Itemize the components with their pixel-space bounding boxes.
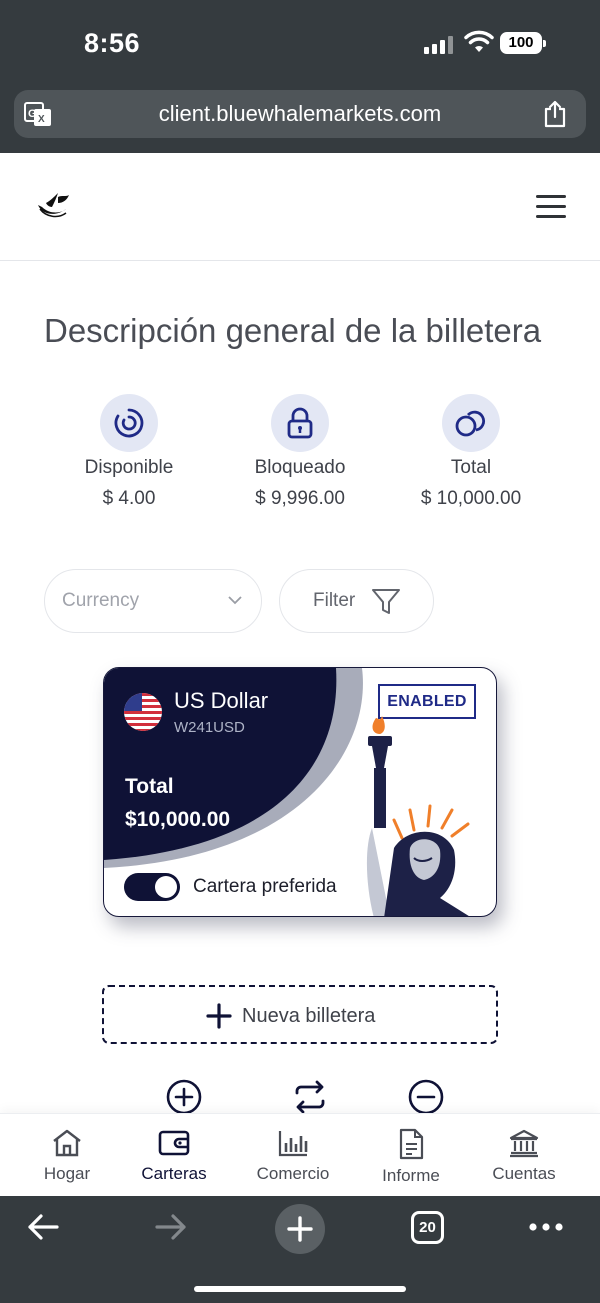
forward-arrow-icon[interactable]	[154, 1212, 188, 1242]
stat-value: $ 4.00	[102, 488, 156, 509]
nav-label: Comercio	[256, 1164, 330, 1183]
card-currency-name: US Dollar	[174, 688, 269, 713]
preferred-toggle[interactable]	[124, 873, 180, 901]
back-arrow-icon[interactable]	[26, 1212, 60, 1242]
home-indicator	[194, 1286, 406, 1292]
card-wallet-code: W241USD	[174, 719, 245, 736]
new-tab-button[interactable]	[275, 1204, 325, 1254]
stat-label: Total	[450, 457, 492, 478]
new-wallet-label: Nueva billetera	[242, 1005, 376, 1027]
currency-placeholder: Currency	[62, 590, 140, 611]
whale-logo-icon[interactable]	[36, 191, 72, 221]
nav-item-wallets[interactable]: Carteras	[136, 1128, 212, 1184]
withdraw-minus-circle-icon[interactable]	[408, 1079, 444, 1115]
filter-button[interactable]: Filter	[279, 569, 434, 633]
toggle-knob	[155, 876, 177, 898]
card-total-label: Total	[125, 775, 174, 798]
site-header	[0, 153, 600, 261]
nav-label: Cuentas	[492, 1164, 556, 1183]
share-icon[interactable]	[542, 100, 568, 128]
wifi-icon	[464, 30, 494, 52]
address-bar[interactable]: G X client.bluewhalemarkets.com	[14, 90, 586, 138]
balance-available: Disponible $ 4.00	[49, 394, 209, 510]
plus-icon	[287, 1216, 313, 1242]
stat-value: $ 10,000.00	[420, 488, 522, 509]
nav-item-report[interactable]: Informe	[377, 1128, 445, 1186]
currency-select[interactable]: Currency	[44, 569, 262, 633]
wallet-icon	[158, 1130, 190, 1156]
nav-label: Hogar	[43, 1164, 91, 1183]
tabs-button[interactable]: 20	[411, 1211, 444, 1244]
us-flag-icon	[124, 693, 162, 731]
browser-top-chrome: 8:56 100 G X client.bluewhalemarkets.com	[0, 0, 600, 153]
nav-item-accounts[interactable]: Cuentas	[488, 1128, 560, 1184]
cellular-signal-icon	[424, 36, 453, 54]
coins-icon	[442, 394, 500, 452]
new-wallet-button[interactable]: Nueva billetera	[102, 985, 498, 1044]
card-total-value: $10,000.00	[125, 808, 231, 831]
report-icon	[399, 1128, 424, 1160]
lock-icon	[271, 394, 329, 452]
more-icon[interactable]	[528, 1222, 564, 1232]
balance-total: Total $ 10,000.00	[391, 394, 551, 510]
app-bottom-nav: Hogar Carteras Comercio Informe Cuentas	[0, 1113, 600, 1196]
available-icon	[100, 394, 158, 452]
page-title: Descripción general de la billetera	[44, 312, 542, 349]
bank-icon	[509, 1129, 539, 1158]
nav-item-home[interactable]: Hogar	[34, 1128, 100, 1184]
nav-label: Carteras	[141, 1164, 207, 1183]
plus-icon	[206, 1003, 232, 1029]
statue-of-liberty-icon	[366, 716, 470, 916]
status-time: 8:56	[84, 28, 141, 58]
chevron-down-icon	[228, 596, 242, 605]
filter-icon	[372, 589, 400, 614]
preferred-label: Cartera preferida	[193, 876, 337, 897]
home-icon	[53, 1129, 81, 1157]
stat-label: Disponible	[84, 457, 174, 478]
battery-indicator: 100	[500, 32, 546, 54]
nav-label: Informe	[382, 1166, 440, 1185]
filter-label: Filter	[313, 590, 356, 611]
stat-value: $ 9,996.00	[255, 488, 345, 509]
menu-icon[interactable]	[536, 195, 566, 219]
balance-blocked: Bloqueado $ 9,996.00	[220, 394, 380, 510]
stat-label: Bloqueado	[254, 457, 346, 478]
nav-item-trade[interactable]: Comercio	[252, 1128, 334, 1184]
wallet-card[interactable]: US Dollar W241USD ENABLED Total $10,000.…	[103, 667, 497, 917]
deposit-plus-circle-icon[interactable]	[166, 1079, 202, 1115]
transfer-icon[interactable]	[292, 1079, 328, 1115]
url-text[interactable]: client.bluewhalemarkets.com	[14, 101, 586, 127]
bar-chart-icon	[278, 1131, 308, 1157]
